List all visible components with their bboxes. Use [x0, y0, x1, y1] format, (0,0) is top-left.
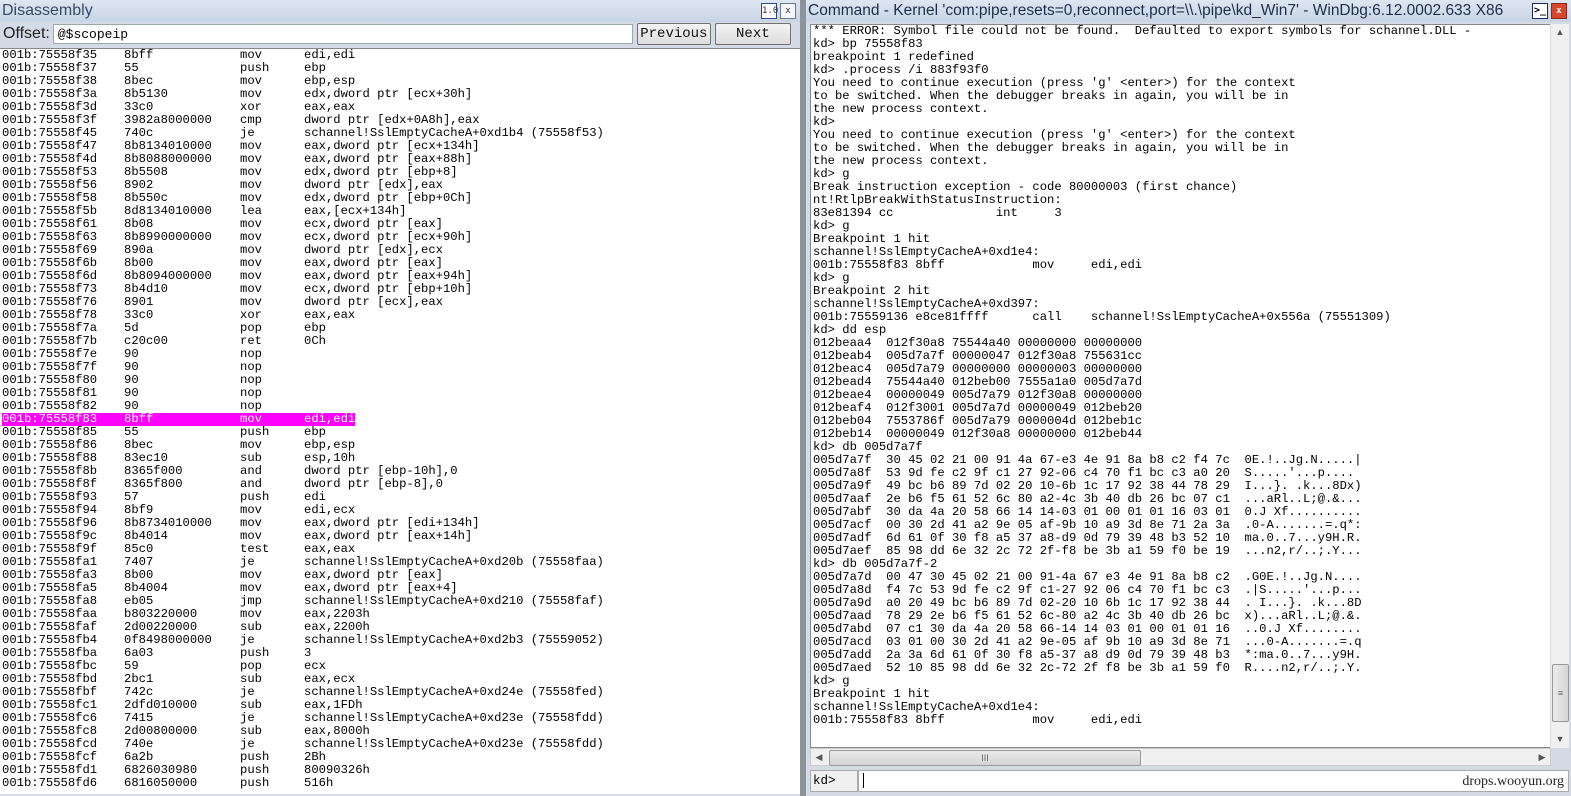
disasm-bytes: 90	[124, 360, 139, 374]
command-titlebar[interactable]: Command - Kernel 'com:pipe,resets=0,reco…	[806, 0, 1571, 22]
disasm-row[interactable]: 001b:75558fbc 59 pop ecx	[0, 660, 800, 673]
vertical-scroll-thumb[interactable]: ≡	[1552, 664, 1569, 722]
disasm-row[interactable]: 001b:75558f37 55 push ebp	[0, 62, 800, 75]
output-line: 83e81394 cc int 3	[813, 206, 1062, 220]
disasm-row[interactable]: 001b:75558f82 90 nop	[0, 400, 800, 413]
disasm-mnemonic: push	[240, 776, 270, 790]
disasm-row[interactable]: 001b:75558f85 55 push ebp	[0, 426, 800, 439]
close-icon[interactable]: x	[780, 3, 796, 19]
disasm-row[interactable]: 001b:75558f80 90 nop	[0, 374, 800, 387]
disassembly-window: Disassembly 1.0 x Offset: @$scopeip Prev…	[0, 0, 800, 796]
disasm-row[interactable]: 001b:75558f8f 8365f800 and dword ptr [ebp-8…	[0, 478, 800, 491]
scroll-down-arrow-icon[interactable]: ▼	[1551, 731, 1569, 748]
source-mode-icon[interactable]: 1.0	[761, 3, 778, 19]
disassembly-titlebar[interactable]: Disassembly 1.0 x	[0, 0, 800, 22]
disasm-bytes: c20c00	[124, 334, 168, 348]
watermark: drops.wooyun.org	[1462, 774, 1564, 789]
scroll-left-arrow-icon[interactable]: ◀	[811, 749, 827, 765]
horizontal-scroll-thumb[interactable]: III	[829, 750, 1141, 766]
output-line: 005d7aed 52 10 85 98 dd 6e 32 2c-72 2f f…	[813, 661, 1362, 675]
previous-button[interactable]: Previous	[636, 23, 711, 45]
disasm-row[interactable]: 001b:75558fcf 6a2b push 2Bh	[0, 751, 800, 764]
disasm-bytes: 33c0	[124, 308, 154, 322]
disasm-bytes: 8bff	[124, 48, 154, 62]
offset-bar: Offset: @$scopeip Previous Next	[0, 22, 800, 46]
disasm-row[interactable]: 001b:75558fba 6a03 push 3	[0, 647, 800, 660]
command-line: kd> drops.wooyun.org	[810, 770, 1569, 792]
disasm-row[interactable]: 001b:75558fcd 740e je schannel!SslEmptyCach…	[0, 738, 800, 751]
disasm-operands: schannel!SslEmptyCacheA+0xd23e (75558fdd…	[304, 737, 604, 751]
output-line: 001b:75559136 e8ce81ffff call schannel!S…	[813, 310, 1391, 324]
disasm-row[interactable]: 001b:75558fa8 eb05 jmp schannel!SslEmptyCac…	[0, 595, 800, 608]
vertical-scrollbar[interactable]: ▲ ≡ ▼	[1550, 24, 1569, 748]
disasm-bytes: 90	[124, 373, 139, 387]
scroll-right-arrow-icon[interactable]: ▶	[1534, 749, 1550, 765]
scroll-up-arrow-icon[interactable]: ▲	[1551, 24, 1569, 41]
disasm-row[interactable]: 001b:75558f7b c20c00 ret 0Ch	[0, 335, 800, 348]
offset-input[interactable]: @$scopeip	[52, 24, 633, 44]
next-button[interactable]: Next	[714, 23, 791, 45]
disasm-row[interactable]: 001b:75558f7f 90 nop	[0, 361, 800, 374]
disasm-operands: 0Ch	[304, 334, 326, 348]
command-prompt: kd>	[810, 770, 858, 792]
disasm-bytes: 90	[124, 347, 139, 361]
disasm-row[interactable]: 001b:75558f3a 8b5130 mov edx,dword ptr [ecx…	[0, 88, 800, 101]
disassembly-title: Disassembly	[2, 2, 93, 19]
disasm-operands: schannel!SslEmptyCacheA+0xd2b3 (75559052…	[304, 633, 604, 647]
disasm-bytes: 6816050000	[124, 776, 198, 790]
disasm-row[interactable]: 001b:75558f9c 8b4014 mov eax,dword ptr [eax…	[0, 530, 800, 543]
disasm-bytes: 90	[124, 386, 139, 400]
command-output[interactable]: *** ERROR: Symbol file could not be foun…	[810, 24, 1551, 748]
disasm-operands: 516h	[304, 776, 334, 790]
disasm-row[interactable]: 001b:75558f35 8bff mov edi,edi	[0, 49, 800, 62]
close-icon[interactable]: x	[1551, 3, 1567, 19]
disasm-row[interactable]: 001b:75558f86 8bec mov ebp,esp	[0, 439, 800, 452]
disasm-row[interactable]: 001b:75558f76 8901 mov dword ptr [ecx],eax	[0, 296, 800, 309]
disasm-row[interactable]: 001b:75558f7e 90 nop	[0, 348, 800, 361]
output-line: the new process context.	[813, 102, 989, 116]
command-input[interactable]: drops.wooyun.org	[858, 770, 1569, 792]
disasm-row[interactable]: 001b:75558fd1 6826030980 push 80090326h	[0, 764, 800, 777]
text-caret	[863, 773, 864, 789]
disasm-row[interactable]: 001b:75558f7a 5d pop ebp	[0, 322, 800, 335]
command-window-icon[interactable]: >_	[1532, 3, 1548, 19]
command-window: Command - Kernel 'com:pipe,resets=0,reco…	[806, 0, 1571, 796]
output-line: 001b:75558f83 8bff mov edi,edi	[813, 258, 1143, 272]
disasm-row[interactable]: 001b:75558faa b803220000 mov eax,2203h	[0, 608, 800, 621]
command-title: Command - Kernel 'com:pipe,resets=0,reco…	[808, 2, 1504, 19]
disasm-row[interactable]: 001b:75558fbf 742c je schannel!SslEmptyCach…	[0, 686, 800, 699]
disasm-row[interactable]: 001b:75558fd6 6816050000 push 516h	[0, 777, 800, 790]
disasm-row-current[interactable]: 001b:75558f83 8bff mov edi,edi	[0, 413, 800, 426]
offset-label: Offset:	[3, 25, 50, 42]
disasm-row[interactable]: 001b:75558fb4 0f8498000000 je schannel!SslE…	[0, 634, 800, 647]
disasm-bytes: 6a03	[124, 646, 154, 660]
disasm-row[interactable]: 001b:75558f78 33c0 xor eax,eax	[0, 309, 800, 322]
disassembly-listing[interactable]: 001b:75558f35 8bff mov edi,edi 001b:75558f37…	[0, 48, 800, 794]
disasm-address: 001b:75558fd6	[2, 776, 98, 790]
horizontal-scrollbar[interactable]: ◀ III ▶	[810, 748, 1551, 766]
disasm-bytes: 8bff	[124, 412, 154, 426]
output-line: the new process context.	[813, 154, 989, 168]
disasm-bytes: 8365f800	[124, 477, 183, 491]
output-line: 001b:75558f83 8bff mov edi,edi	[813, 713, 1143, 727]
disasm-row[interactable]: 001b:75558fc6 7415 je schannel!SslEmptyCach…	[0, 712, 800, 725]
disasm-row[interactable]: 001b:75558f93 57 push edi	[0, 491, 800, 504]
disasm-row[interactable]: 001b:75558f81 90 nop	[0, 387, 800, 400]
